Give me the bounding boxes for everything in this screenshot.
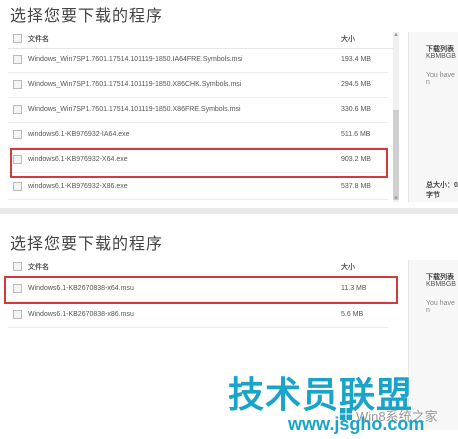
file-checkbox[interactable]: [13, 310, 22, 319]
select-all-checkbox[interactable]: [13, 262, 22, 271]
file-row[interactable]: windows6.1-KB976932-IA64.exe 511.6 MB: [8, 123, 388, 148]
file-size: 5.6 MB: [341, 311, 364, 318]
scroll-down-icon[interactable]: ▼: [393, 196, 399, 202]
file-checkbox[interactable]: [13, 182, 22, 191]
download-list-panel: 下载列表 KBMBGB You have n: [408, 260, 458, 430]
file-size: 511.6 MB: [341, 131, 371, 138]
panel-title: 选择您要下载的程序: [10, 236, 164, 253]
column-header-name[interactable]: 文件名: [28, 34, 49, 44]
file-row[interactable]: Windows_Win7SP1.7601.17514.101119-1850.X…: [8, 73, 388, 98]
size-units: KBMBGB: [426, 281, 456, 288]
file-checkbox[interactable]: [13, 55, 22, 64]
file-size: 294.5 MB: [341, 81, 371, 88]
size-units: KBMBGB: [426, 53, 456, 60]
file-size: 537.8 MB: [341, 183, 371, 190]
download-list-note: You have n: [426, 300, 455, 314]
highlight-box: [10, 148, 388, 178]
download-list-panel: 下载列表 KBMBGB You have n 总大小：0 字节: [408, 32, 458, 202]
scroll-up-icon[interactable]: ▲: [393, 32, 399, 38]
column-header-size[interactable]: 大小: [341, 34, 355, 44]
file-checkbox[interactable]: [13, 80, 22, 89]
file-selection-panel-bottom: 选择您要下载的程序 文件名 大小 Windows6.1-KB2670838-x6…: [0, 214, 458, 439]
file-name: windows6.1-KB976932-IA64.exe: [28, 131, 130, 138]
file-name: Windows_Win7SP1.7601.17514.101119-1850.X…: [28, 81, 242, 88]
file-name: Windows6.1-KB2670838-x86.msu: [28, 311, 134, 318]
list-header: 文件名 大小: [8, 258, 398, 277]
file-checkbox[interactable]: [13, 105, 22, 114]
file-size: 193.4 MB: [341, 56, 371, 63]
file-name: windows6.1-KB976932-X86.exe: [28, 183, 128, 190]
file-selection-panel-top: 选择您要下载的程序 文件名 大小 Windows_Win7SP1.7601.17…: [0, 0, 458, 208]
column-header-size[interactable]: 大小: [341, 262, 355, 272]
list-header: 文件名 大小: [8, 30, 398, 49]
file-row[interactable]: Windows_Win7SP1.7601.17514.101119-1850.X…: [8, 98, 388, 123]
panel-title: 选择您要下载的程序: [10, 8, 164, 25]
download-list-note: You have n: [426, 72, 455, 86]
file-row[interactable]: Windows_Win7SP1.7601.17514.101119-1850.I…: [8, 48, 388, 73]
scrollbar-thumb[interactable]: [393, 110, 399, 200]
file-row[interactable]: Windows6.1-KB2670838-x86.msu 5.6 MB: [8, 303, 388, 328]
file-size: 330.6 MB: [341, 106, 371, 113]
file-name: Windows_Win7SP1.7601.17514.101119-1850.I…: [28, 56, 243, 63]
file-row[interactable]: windows6.1-KB976932-X86.exe 537.8 MB: [8, 175, 388, 200]
scrollbar[interactable]: ▲ ▼: [393, 32, 399, 202]
select-all-checkbox[interactable]: [13, 34, 22, 43]
total-size: 总大小：0 字节: [426, 182, 458, 199]
file-checkbox[interactable]: [13, 130, 22, 139]
column-header-name[interactable]: 文件名: [28, 262, 49, 272]
highlight-box: [4, 276, 398, 304]
file-name: Windows_Win7SP1.7601.17514.101119-1850.X…: [28, 106, 241, 113]
